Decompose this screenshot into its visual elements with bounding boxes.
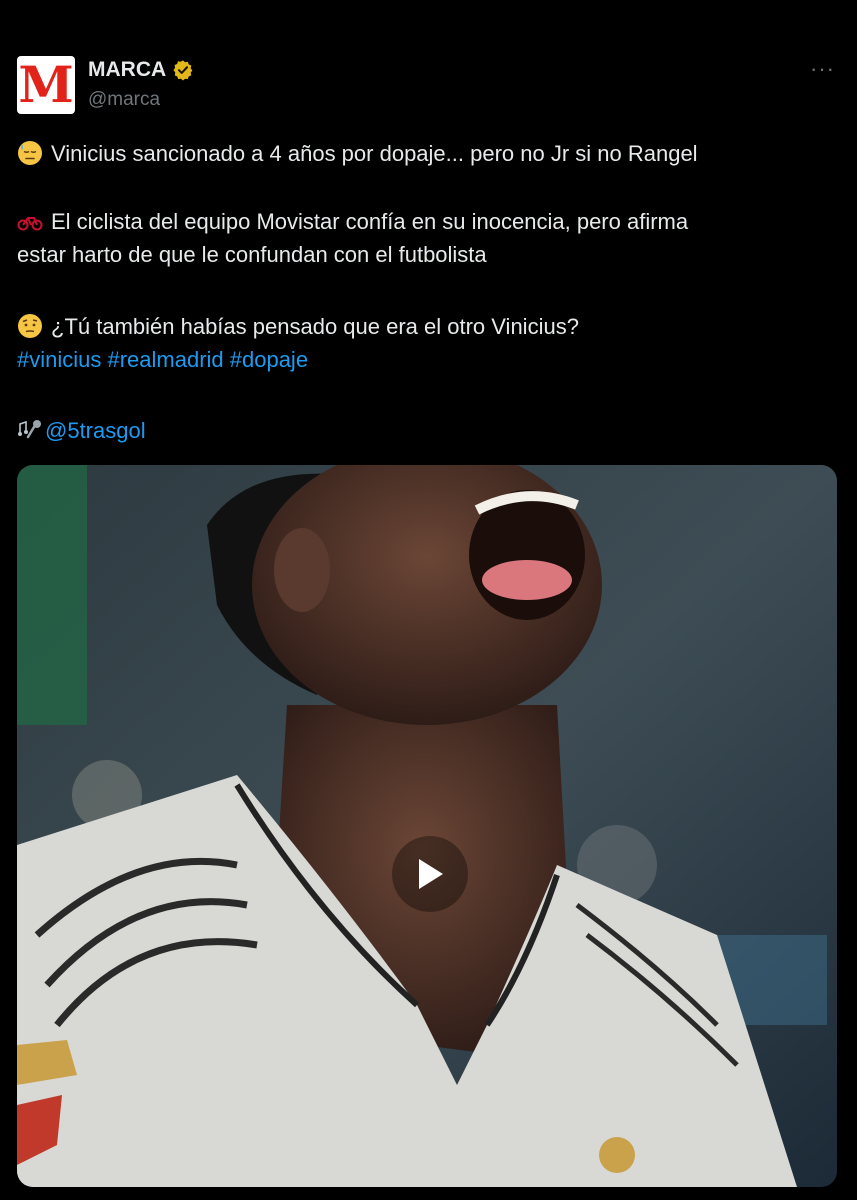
tweet-text-line-1: Vinicius sancionado a 4 años por dopaje.… xyxy=(17,137,698,170)
display-name[interactable]: MARCA xyxy=(88,58,166,82)
marca-logo: M xyxy=(18,56,74,114)
play-button[interactable] xyxy=(392,836,468,912)
tweet-text-line-3: ¿Tú también habías pensado que era el ot… xyxy=(17,310,579,376)
tweet-video[interactable] xyxy=(17,465,837,1187)
bicycle-icon xyxy=(17,217,43,231)
hashtags-link[interactable]: #vinicius #realmadrid #dopaje xyxy=(17,347,308,372)
play-icon xyxy=(419,859,443,889)
avatar[interactable]: M xyxy=(17,56,75,114)
music-microphone-icon xyxy=(18,420,41,439)
downcast-sweat-face-icon xyxy=(18,141,42,165)
tweet[interactable]: M MARCA @marca ··· Vinicius sancionado a… xyxy=(0,0,857,1200)
tweet-line-3: ¿Tú también habías pensado que era el ot… xyxy=(51,314,579,339)
author-name-row: MARCA xyxy=(88,58,194,82)
credit-mention-link[interactable]: @5trasgol xyxy=(45,418,146,443)
tweet-credit-line: @5trasgol xyxy=(17,414,146,447)
video-thumbnail xyxy=(17,465,837,1187)
raised-eyebrow-face-icon xyxy=(18,314,42,338)
handle[interactable]: @marca xyxy=(88,89,160,111)
tweet-line-2b: estar harto de que le confundan con el f… xyxy=(17,242,487,267)
more-options-icon[interactable]: ··· xyxy=(810,56,835,82)
tweet-line-2a: El ciclista del equipo Movistar confía e… xyxy=(51,209,689,234)
tweet-text-line-2: El ciclista del equipo Movistar confía e… xyxy=(17,205,688,271)
tweet-line-1: Vinicius sancionado a 4 años por dopaje.… xyxy=(51,141,698,166)
verified-badge-icon xyxy=(173,60,193,81)
